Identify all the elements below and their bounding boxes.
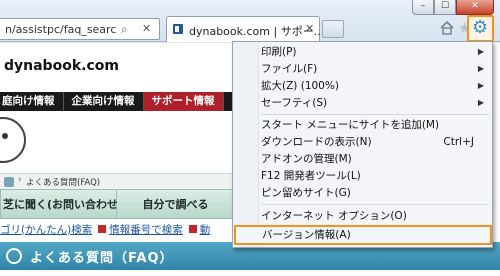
menu-item-pinned-sites[interactable]: ピン留めサイト(G) (259, 185, 492, 201)
tools-button[interactable]: ⚙ (467, 15, 494, 42)
tab-close-icon[interactable]: ✕ (305, 22, 314, 35)
menu-gutter (233, 42, 259, 247)
menu-item-label: ファイル(F) (261, 63, 318, 75)
menu-item-label: セーフティ(S) (261, 97, 328, 109)
favicon-icon (173, 24, 183, 34)
menu-shortcut: Ctrl+J (443, 136, 474, 148)
nav-home-info[interactable]: 庭向け情報 (0, 92, 64, 111)
submenu-arrow-icon: ▶ (477, 98, 484, 107)
minimize-button[interactable]: – (412, 0, 434, 15)
site-logo[interactable]: dynabook.com (4, 58, 119, 74)
stop-icon[interactable]: ✕ (142, 22, 151, 35)
new-tab-button[interactable] (322, 20, 344, 38)
window-controls: – ☐ ✕ (412, 0, 494, 15)
menu-separator (261, 204, 489, 205)
home-icon[interactable] (440, 21, 454, 35)
submenu-arrow-icon: ▶ (477, 81, 484, 90)
arrow-icon (98, 225, 107, 233)
menu-item-print[interactable]: 印刷(P) ▶ (259, 44, 492, 60)
site-nav: 庭向け情報 企業向け情報 サポート情報 ショ (0, 92, 262, 111)
info-number-search-link[interactable]: 情報番号で検索 (98, 221, 183, 237)
address-text[interactable]: n/assistpc/faq_search, (5, 23, 117, 36)
menu-item-devtools[interactable]: F12 開発者ツール(L) (259, 168, 492, 184)
support-tabs: 芝に聞く(お問い合わせ) 自分で調べる (0, 189, 235, 219)
maximize-button[interactable]: ☐ (434, 0, 456, 15)
info-number-search-label[interactable]: 情報番号で検索 (109, 222, 183, 237)
faq-icon (6, 248, 22, 264)
hero-image (0, 111, 235, 163)
faq-title: よくある質問（FAQ） (30, 251, 174, 266)
more-link-label[interactable]: 動 (200, 222, 211, 237)
breadcrumb: › よくある質問(FAQ) (0, 173, 235, 189)
menu-item-internet-options[interactable]: インターネット オプション(O) (259, 208, 492, 224)
search-links: ゴリ(かんたん)検索 情報番号で検索 動 (0, 221, 216, 237)
browser-chrome: – ☐ ✕ n/assistpc/faq_search, ⌕ ✕ dynaboo… (0, 0, 500, 42)
menu-item-file[interactable]: ファイル(F) ▶ (259, 61, 492, 77)
menu-item-add-to-start[interactable]: スタート メニューにサイトを追加(M) (259, 117, 492, 133)
menu-item-addons[interactable]: アドオンの管理(M) (259, 151, 492, 167)
submenu-arrow-icon: ▶ (477, 64, 484, 73)
address-bar[interactable]: n/assistpc/faq_search, ⌕ ✕ (0, 18, 160, 40)
menu-separator (261, 114, 489, 115)
mascot-illustration (0, 117, 26, 163)
menu-item-downloads[interactable]: ダウンロードの表示(N) Ctrl+J (259, 134, 492, 150)
menu-item-about[interactable]: バージョン情報(A) (234, 225, 492, 245)
nav-support-info[interactable]: サポート情報 (143, 92, 224, 111)
gear-icon[interactable]: ⚙ (472, 18, 488, 38)
close-window-button[interactable]: ✕ (456, 0, 494, 15)
menu-item-label: 拡大(Z) (100%) (261, 80, 339, 92)
breadcrumb-current: よくある質問(FAQ) (26, 178, 101, 188)
tab-self-search[interactable]: 自分で調べる (117, 189, 235, 219)
menu-item-label: ダウンロードの表示(N) (261, 136, 372, 148)
tab-title: dynabook.com | サポー... (189, 25, 325, 38)
nav-business-info[interactable]: 企業向け情報 (63, 92, 144, 111)
menu-item-zoom[interactable]: 拡大(Z) (100%) ▶ (259, 78, 492, 94)
search-icon[interactable]: ⌕ (121, 22, 128, 37)
easy-search-link[interactable]: ゴリ(かんたん)検索 (0, 221, 92, 237)
menu-item-label: 印刷(P) (261, 46, 297, 58)
tools-menu: 印刷(P) ▶ ファイル(F) ▶ 拡大(Z) (100%) ▶ セーフティ(S… (232, 41, 493, 248)
arrow-icon (188, 225, 197, 233)
browser-tab[interactable]: dynabook.com | サポー... ✕ (166, 16, 324, 42)
home-icon[interactable] (4, 177, 14, 187)
tab-contact[interactable]: 芝に聞く(お問い合わせ) (0, 189, 123, 219)
more-link[interactable]: 動 (188, 221, 211, 237)
menu-item-safety[interactable]: セーフティ(S) ▶ (259, 95, 492, 111)
submenu-arrow-icon: ▶ (477, 47, 484, 56)
breadcrumb-separator: › (18, 175, 22, 185)
